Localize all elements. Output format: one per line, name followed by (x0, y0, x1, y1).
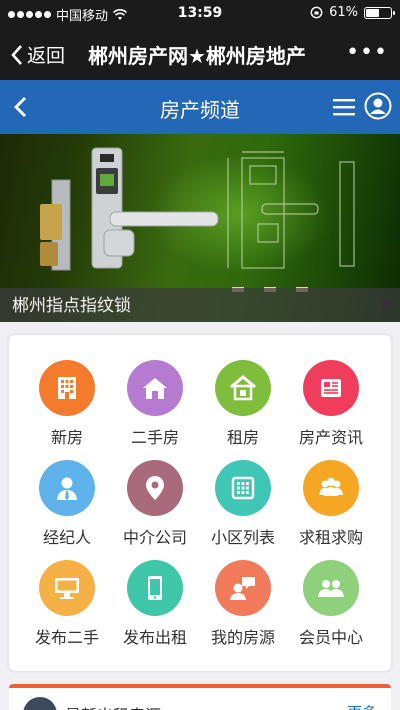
grid-item-community-list[interactable]: 小区列表 (198, 460, 288, 555)
chat-user-icon (215, 560, 271, 616)
back-button[interactable]: 返回 (10, 41, 65, 68)
wechat-title-bar: 返回 郴州房产网★郴州房地产 ••• (0, 28, 400, 80)
location-pin-icon (127, 460, 183, 516)
building-icon (39, 360, 95, 416)
home-icon (127, 360, 183, 416)
grid-label: 房产资讯 (298, 428, 363, 447)
grid-item-agency[interactable]: 中介公司 (110, 460, 200, 555)
grid-label: 经纪人 (42, 528, 91, 547)
more-link[interactable]: 更多 (347, 702, 377, 710)
back-label: 返回 (27, 45, 66, 67)
briefcase-icon (23, 697, 57, 710)
grid-label: 发布二手 (34, 628, 99, 647)
site-header: 房产频道 (0, 80, 400, 134)
function-grid: 新房 二手房 租房 房产资讯 经纪人 中介公司 小区列表 求租求购 发布二手 发… (9, 335, 391, 671)
page-title: 郴州房产网★郴州房地产 (88, 44, 306, 68)
menu-icon[interactable] (332, 96, 356, 118)
carousel-dot[interactable] (381, 299, 392, 310)
battery-icon (364, 6, 395, 19)
grid-item-news[interactable]: 房产资讯 (286, 360, 376, 455)
section-title: 最新出租房源 (65, 702, 161, 710)
orientation-lock-icon (310, 6, 323, 19)
chevron-left-icon (11, 44, 22, 65)
grid-item-post-rental[interactable]: 发布出租 (110, 560, 200, 655)
more-button[interactable]: ••• (346, 42, 388, 64)
grid-label: 中介公司 (122, 528, 187, 547)
battery-fill (366, 8, 380, 17)
agent-icon (39, 460, 95, 516)
status-right: 61% (310, 5, 395, 20)
banner-caption: 郴州指点指纹锁 (12, 296, 131, 316)
members-icon (303, 560, 359, 616)
monitor-icon (39, 560, 95, 616)
group-icon (303, 460, 359, 516)
grid-item-member-center[interactable]: 会员中心 (286, 560, 376, 655)
latest-rentals-section: 最新出租房源 更多 (9, 684, 391, 710)
grid-label: 租房 (226, 428, 259, 447)
grid-label: 小区列表 (210, 528, 275, 547)
grid-item-agent[interactable]: 经纪人 (22, 460, 112, 555)
news-icon (303, 360, 359, 416)
user-icon[interactable] (364, 92, 392, 120)
phone-icon (127, 560, 183, 616)
grid-label: 新房 (50, 428, 83, 447)
grid-label: 会员中心 (298, 628, 363, 647)
grid-label: 求租求购 (298, 528, 363, 547)
battery-percent: 61% (329, 5, 358, 20)
house-icon (215, 360, 271, 416)
grid-item-rent[interactable]: 租房 (198, 360, 288, 455)
grid-item-second-hand[interactable]: 二手房 (110, 360, 200, 455)
grid-item-want-rent-buy[interactable]: 求租求购 (286, 460, 376, 555)
grid-label: 我的房源 (210, 628, 275, 647)
status-bar: 中国移动 13:59 61% (0, 0, 400, 28)
grid-building-icon (215, 460, 271, 516)
grid-item-post-second-hand[interactable]: 发布二手 (22, 560, 112, 655)
grid-label: 二手房 (130, 428, 179, 447)
grid-item-my-listings[interactable]: 我的房源 (198, 560, 288, 655)
grid-label: 发布出租 (122, 628, 187, 647)
banner-carousel[interactable]: 郴州指点指纹锁 (0, 134, 400, 322)
grid-item-new-house[interactable]: 新房 (22, 360, 112, 455)
